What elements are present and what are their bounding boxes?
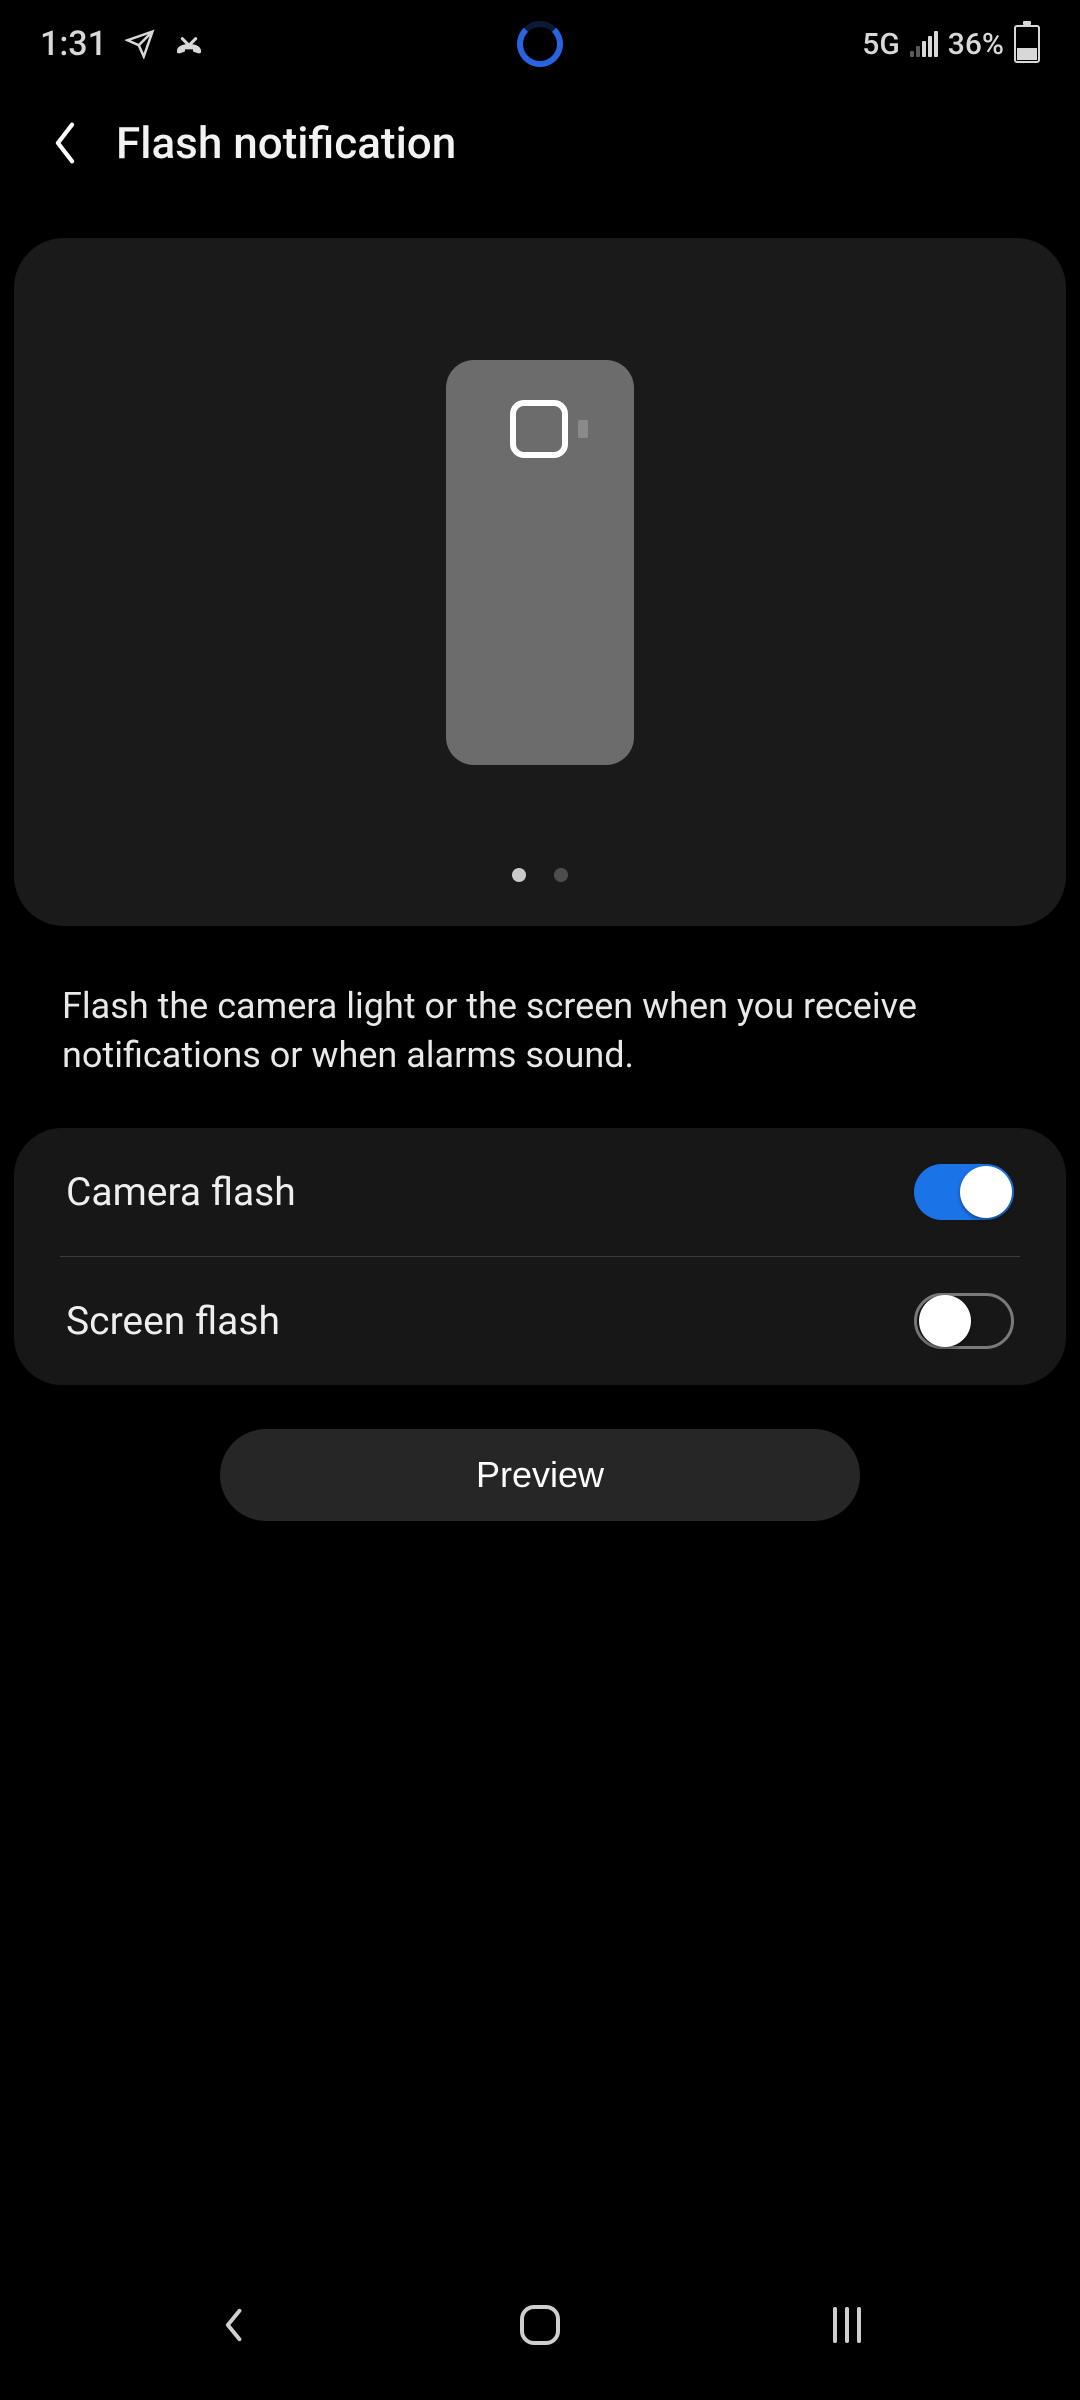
settings-group: Camera flash Screen flash xyxy=(14,1128,1066,1385)
pager-dot-1[interactable] xyxy=(512,868,526,882)
recents-icon xyxy=(823,2303,871,2347)
missed-call-icon xyxy=(173,28,205,60)
camera-flash-icon xyxy=(578,420,588,438)
screen-flash-label: Screen flash xyxy=(66,1298,280,1344)
battery-icon xyxy=(1014,25,1040,63)
phone-back-illustration xyxy=(446,360,634,765)
chevron-left-icon xyxy=(48,119,82,167)
loading-spinner-icon xyxy=(517,21,563,67)
app-bar: Flash notification xyxy=(0,88,1080,198)
preview-button[interactable]: Preview xyxy=(220,1429,860,1521)
camera-flash-row[interactable]: Camera flash xyxy=(14,1128,1066,1256)
camera-flash-label: Camera flash xyxy=(66,1169,296,1215)
status-time: 1:31 xyxy=(40,24,107,64)
illustration-card[interactable] xyxy=(14,238,1066,926)
status-bar: 1:31 5G 36% xyxy=(0,0,1080,88)
screen-flash-toggle[interactable] xyxy=(914,1293,1014,1349)
signal-icon xyxy=(910,31,938,57)
nav-recents-button[interactable] xyxy=(787,2290,907,2360)
network-label: 5G xyxy=(862,27,900,62)
back-button[interactable] xyxy=(40,118,90,168)
battery-pct: 36% xyxy=(948,27,1004,62)
send-icon xyxy=(125,29,155,59)
screen-flash-row[interactable]: Screen flash xyxy=(14,1257,1066,1385)
pager-dots xyxy=(14,868,1066,882)
pager-dot-2[interactable] xyxy=(554,868,568,882)
camera-lens-icon xyxy=(510,400,568,458)
description-text: Flash the camera light or the screen whe… xyxy=(0,926,1080,1128)
camera-flash-toggle[interactable] xyxy=(914,1164,1014,1220)
nav-home-button[interactable] xyxy=(480,2290,600,2360)
page-title: Flash notification xyxy=(116,117,456,169)
status-right: 5G 36% xyxy=(862,25,1040,63)
home-icon xyxy=(516,2301,564,2349)
nav-back-button[interactable] xyxy=(173,2290,293,2360)
chevron-left-icon xyxy=(216,2303,250,2347)
status-left: 1:31 xyxy=(40,24,205,64)
navigation-bar xyxy=(0,2270,1080,2400)
